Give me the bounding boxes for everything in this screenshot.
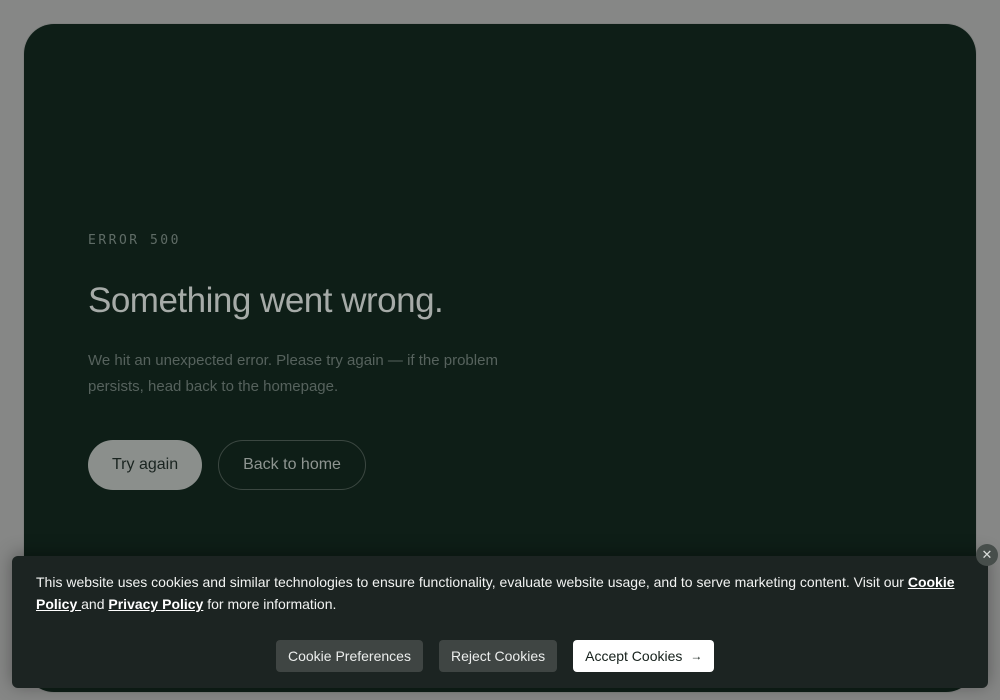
- privacy-policy-link[interactable]: Privacy Policy: [108, 596, 203, 612]
- error-actions: Try again Back to home: [88, 440, 608, 490]
- error-code-label: ERROR 500: [88, 233, 181, 248]
- error-description: We hit an unexpected error. Please try a…: [88, 352, 498, 395]
- try-again-button[interactable]: Try again: [88, 440, 203, 490]
- cookie-preferences-button[interactable]: Cookie Preferences: [276, 640, 423, 672]
- reject-cookies-button[interactable]: Reject Cookies: [438, 640, 558, 672]
- accept-cookies-label: Accept Cookies: [585, 648, 683, 664]
- accept-cookies-button[interactable]: Accept Cookies →: [573, 640, 715, 672]
- cookie-text-intro: This website uses cookies and similar te…: [36, 574, 908, 590]
- back-to-home-button[interactable]: Back to home: [218, 440, 366, 490]
- cookie-banner-text: This website uses cookies and similar te…: [36, 571, 971, 615]
- cookie-text-and: and: [81, 596, 109, 612]
- page: ERROR 500 Something went wrong. We hit a…: [0, 0, 1000, 700]
- cookie-banner-actions: Cookie Preferences Reject Cookies Accept…: [276, 640, 715, 672]
- cookie-banner: This website uses cookies and similar te…: [12, 556, 988, 688]
- cookie-text-outro: for more information.: [203, 596, 337, 612]
- arrow-right-icon: →: [690, 649, 703, 663]
- close-icon[interactable]: ✕: [976, 544, 998, 566]
- error-content: ERROR 500 Something went wrong. We hit a…: [88, 232, 608, 490]
- error-title: Something went wrong.: [88, 281, 444, 320]
